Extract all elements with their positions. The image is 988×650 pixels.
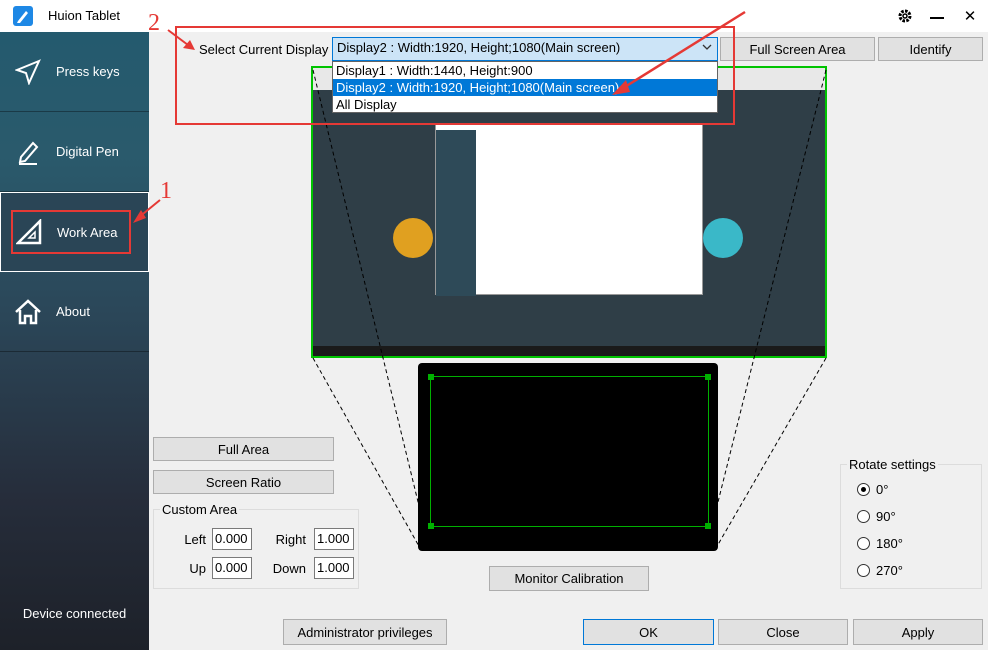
administrator-privileges-button[interactable]: Administrator privileges [283,619,447,645]
left-field[interactable]: 0.000 [212,528,252,550]
identify-button[interactable]: Identify [878,37,983,61]
display-select[interactable]: Display2 : Width:1920, Height;1080(Main … [332,37,718,61]
rotate-settings-title: Rotate settings [847,457,938,472]
close-button[interactable]: Close [718,619,848,645]
corner-handle[interactable] [705,374,711,380]
corner-handle[interactable] [428,374,434,380]
sidebar-item-label: Press keys [56,64,120,79]
rotate-option-label: 0° [876,482,889,497]
rotate-option-label: 90° [876,509,896,524]
rotate-option-label: 270° [876,563,903,578]
minimize-icon[interactable] [923,4,951,28]
display-dropdown-list[interactable]: Display1 : Width:1440, Height:900 Displa… [332,61,718,113]
sidebar-item-press-keys[interactable]: Press keys [0,32,149,112]
down-field[interactable]: 1.000 [314,557,354,579]
corner-handle[interactable] [428,523,434,529]
full-screen-area-button[interactable]: Full Screen Area [720,37,875,61]
preview-app-window [435,123,703,296]
rotate-option-270[interactable]: 270° [857,563,937,579]
ok-button[interactable]: OK [583,619,714,645]
rotate-option-label: 180° [876,536,903,551]
preview-decoration [393,218,433,258]
display-option-selected[interactable]: Display2 : Width:1920, Height;1080(Main … [333,79,717,96]
sidebar-item-label: Digital Pen [56,144,119,159]
window-title: Huion Tablet [48,8,121,23]
preview-sidebar [436,130,476,296]
full-area-button[interactable]: Full Area [153,437,334,461]
select-display-label: Select Current Display [199,42,329,57]
radio-icon [857,510,870,523]
rotate-option-90[interactable]: 90° [857,509,937,525]
up-field[interactable]: 0.000 [212,557,252,579]
right-label: Right [275,532,306,547]
rotate-option-0[interactable]: 0° [857,482,937,498]
sidebar-item-digital-pen[interactable]: Digital Pen [0,112,149,192]
display-select-value: Display2 : Width:1920, Height;1080(Main … [337,40,621,55]
corner-handle[interactable] [705,523,711,529]
sidebar: Press keys Digital Pen Work Area About D… [0,32,149,650]
right-field[interactable]: 1.000 [314,528,354,550]
preview-taskbar [313,346,825,356]
custom-area-title: Custom Area [160,502,240,517]
pen-icon [0,139,56,165]
send-icon [0,58,56,85]
sidebar-item-about[interactable]: About [0,272,149,352]
sidebar-item-label: About [56,304,90,319]
up-label: Up [189,561,206,576]
radio-icon [857,564,870,577]
home-icon [0,298,56,325]
rotate-option-180[interactable]: 180° [857,536,937,552]
radio-selected-icon [857,483,870,496]
sidebar-item-work-area[interactable]: Work Area [0,192,149,272]
monitor-calibration-button[interactable]: Monitor Calibration [489,566,649,591]
annotation-step-1: 1 [160,178,172,204]
preview-decoration [703,218,743,258]
tablet-active-area[interactable] [428,374,711,529]
settings-gear-icon[interactable] [891,4,919,28]
app-pen-icon [13,6,33,26]
device-status: Device connected [22,606,127,621]
down-label: Down [272,561,306,576]
close-window-icon[interactable]: ✕ [956,4,984,28]
display-option[interactable]: All Display [333,96,717,113]
apply-button[interactable]: Apply [853,619,983,645]
annotation-step-2: 2 [148,10,160,36]
screen-ratio-button[interactable]: Screen Ratio [153,470,334,494]
chevron-down-icon [701,41,713,56]
left-label: Left [184,532,206,547]
annotation-highlight-box [11,210,131,254]
radio-icon [857,537,870,550]
display-option[interactable]: Display1 : Width:1440, Height:900 [333,62,717,79]
